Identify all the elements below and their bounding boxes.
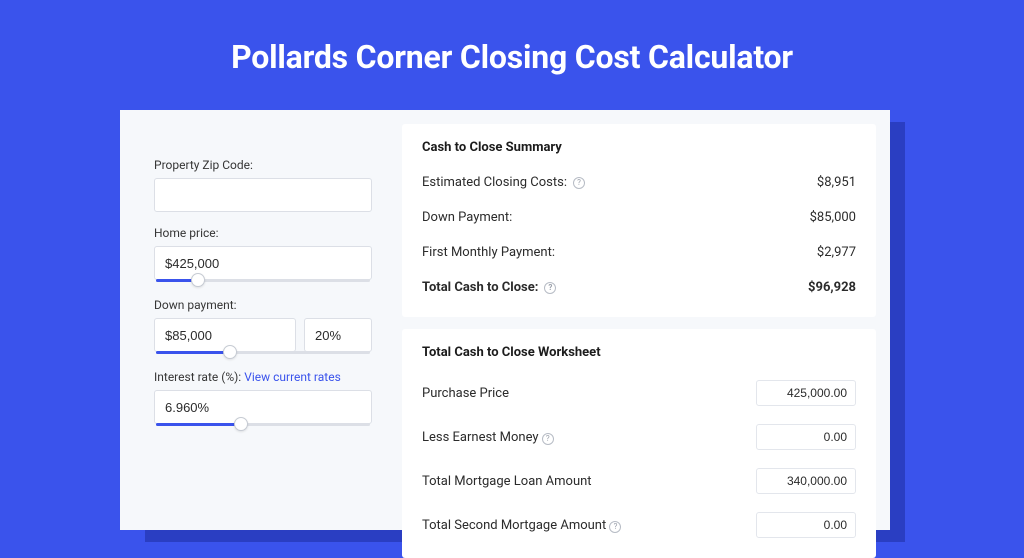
zip-label: Property Zip Code: — [154, 158, 372, 172]
zip-field: Property Zip Code: — [154, 158, 372, 212]
summary-total-value: $96,928 — [808, 280, 856, 295]
view-rates-link[interactable]: View current rates — [244, 370, 341, 384]
summary-panel: Cash to Close Summary Estimated Closing … — [402, 124, 876, 317]
worksheet-input-earnest-money[interactable] — [756, 424, 856, 450]
worksheet-panel: Total Cash to Close Worksheet Purchase P… — [402, 329, 876, 558]
worksheet-row-label: Total Mortgage Loan Amount — [422, 474, 592, 489]
worksheet-row-label: Total Second Mortgage Amount ? — [422, 518, 621, 533]
summary-row: Estimated Closing Costs: ? $8,951 — [422, 169, 856, 204]
slider-thumb[interactable] — [234, 417, 248, 431]
summary-heading: Cash to Close Summary — [422, 140, 856, 155]
summary-row-value: $8,951 — [817, 175, 856, 190]
interest-rate-label: Interest rate (%): View current rates — [154, 370, 372, 384]
worksheet-label-text: Total Mortgage Loan Amount — [422, 474, 592, 489]
summary-label-text: First Monthly Payment: — [422, 245, 555, 260]
summary-label-text: Total Cash to Close: — [422, 280, 538, 295]
summary-row: First Monthly Payment: $2,977 — [422, 239, 856, 274]
summary-row-value: $2,977 — [817, 245, 856, 260]
page-title: Pollards Corner Closing Cost Calculator — [0, 0, 1024, 102]
summary-row-label: Estimated Closing Costs: ? — [422, 175, 585, 190]
home-price-label: Home price: — [154, 226, 372, 240]
slider-thumb[interactable] — [223, 345, 237, 359]
slider-thumb[interactable] — [191, 273, 205, 287]
slider-fill — [156, 423, 243, 426]
worksheet-label-text: Purchase Price — [422, 386, 509, 401]
worksheet-row: Purchase Price — [422, 374, 856, 418]
worksheet-input-mortgage-loan[interactable] — [756, 468, 856, 494]
summary-row-value: $85,000 — [810, 210, 856, 225]
zip-input[interactable] — [154, 178, 372, 212]
slider-fill — [156, 351, 232, 354]
calculator-card: Property Zip Code: Home price: Down paym… — [120, 110, 890, 530]
summary-row: Down Payment: $85,000 — [422, 204, 856, 239]
worksheet-input-purchase-price[interactable] — [756, 380, 856, 406]
summary-total-row: Total Cash to Close: ? $96,928 — [422, 274, 856, 309]
summary-total-label: Total Cash to Close: ? — [422, 280, 556, 295]
inputs-panel: Property Zip Code: Home price: Down paym… — [134, 124, 388, 516]
help-icon[interactable]: ? — [542, 433, 554, 445]
worksheet-row: Less Earnest Money ? — [422, 418, 856, 462]
interest-rate-label-text: Interest rate (%): — [154, 370, 241, 384]
down-payment-label: Down payment: — [154, 298, 372, 312]
worksheet-label-text: Total Second Mortgage Amount — [422, 518, 606, 533]
home-price-field: Home price: — [154, 226, 372, 280]
worksheet-label-text: Less Earnest Money — [422, 430, 539, 445]
summary-label-text: Estimated Closing Costs: — [422, 175, 567, 190]
help-icon[interactable]: ? — [609, 521, 621, 533]
summary-row-label: First Monthly Payment: — [422, 245, 555, 260]
worksheet-input-second-mortgage[interactable] — [756, 512, 856, 538]
help-icon[interactable]: ? — [544, 282, 556, 294]
home-price-input[interactable] — [154, 246, 372, 280]
worksheet-row-label: Less Earnest Money ? — [422, 430, 554, 445]
down-payment-field: Down payment: — [154, 298, 372, 352]
worksheet-row: Total Mortgage Loan Amount — [422, 462, 856, 506]
results-column: Cash to Close Summary Estimated Closing … — [402, 124, 876, 516]
down-payment-pct-input[interactable] — [304, 318, 372, 352]
worksheet-row: Total Second Mortgage Amount ? — [422, 506, 856, 550]
worksheet-row-label: Purchase Price — [422, 386, 509, 401]
summary-row-label: Down Payment: — [422, 210, 512, 225]
summary-label-text: Down Payment: — [422, 210, 512, 225]
help-icon[interactable]: ? — [573, 177, 585, 189]
worksheet-heading: Total Cash to Close Worksheet — [422, 345, 856, 360]
interest-rate-input[interactable] — [154, 390, 372, 424]
interest-rate-field: Interest rate (%): View current rates — [154, 370, 372, 424]
